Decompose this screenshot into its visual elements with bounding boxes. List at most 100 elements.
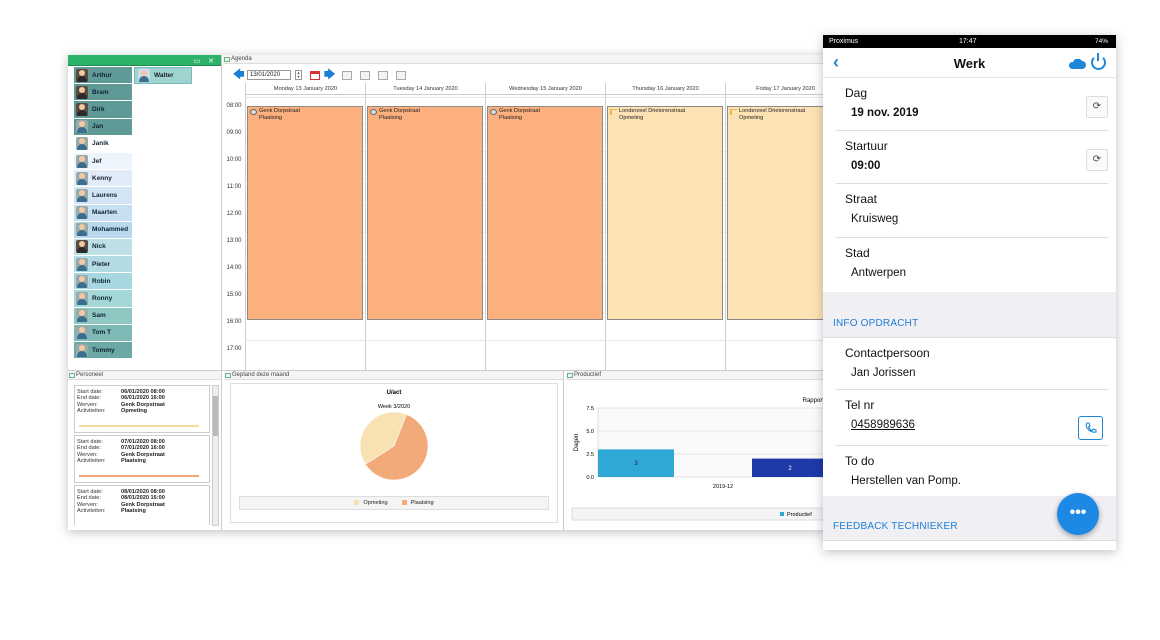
event-type: Plaatsing xyxy=(379,115,403,121)
legend-item[interactable]: Plaatsing xyxy=(401,500,434,506)
event-type-icon xyxy=(730,109,737,115)
staff-name: Bram xyxy=(92,88,109,96)
todo-value[interactable]: Herstellen van Pomp. xyxy=(836,468,1108,495)
event-type: Plaatsing xyxy=(259,115,283,121)
stad-value[interactable]: Antwerpen xyxy=(836,260,1108,287)
panel-window-controls-icon[interactable]: ▭ ✕ xyxy=(194,57,217,65)
calendar-icon[interactable] xyxy=(310,70,320,80)
assignment-card[interactable]: Start date: 08/01/2020 08:00 End date: 08/0… xyxy=(74,485,210,525)
week-view-icon[interactable] xyxy=(360,70,370,80)
selected-staff-walter[interactable]: Walter xyxy=(134,67,192,84)
staff-panel: ▭ ✕ Arthur Bram Dirk Jan Janik Jef Kenny Lauren… xyxy=(68,55,222,370)
avatar xyxy=(76,206,88,220)
day-header[interactable]: Wednesday 15 January 2020 xyxy=(485,83,605,95)
gepland-panel-icon xyxy=(225,373,231,378)
agenda-event[interactable]: Genk Dorpstraat Plaatsing xyxy=(367,106,483,320)
cards-scrollbar[interactable] xyxy=(212,385,219,526)
staff-row[interactable]: Nick xyxy=(74,238,132,257)
productief-panel: Productief Rapport 0.0 2.5 5.0 7.5 Dagen 3 2 201… xyxy=(566,371,838,530)
agenda-event[interactable]: Londerzeel Drietorenstraat Opmeting xyxy=(607,106,723,320)
carrier-label: Proximus xyxy=(829,38,859,45)
info-opdracht-section: INFO OPDRACHT xyxy=(823,292,1116,338)
day-header[interactable]: Tuesday 14 January 2020 xyxy=(365,83,485,95)
staff-name: Kenny xyxy=(92,174,112,182)
staff-name: Robin xyxy=(92,277,111,285)
hour-label: 13:00 xyxy=(226,238,242,244)
legend-item[interactable]: Opmeting xyxy=(354,500,388,506)
day-view-icon[interactable] xyxy=(342,70,352,80)
assignment-card[interactable]: Start date: 07/01/2020 08:00 End date: 07/0… xyxy=(74,435,210,483)
event-type-icon xyxy=(610,109,617,115)
staff-name: Ronny xyxy=(92,295,113,303)
call-phone-button[interactable] xyxy=(1078,416,1103,440)
legend-label: Opmeting xyxy=(363,500,388,506)
staff-row[interactable]: Pieter xyxy=(74,256,132,274)
staff-row[interactable]: Maarten xyxy=(74,204,132,222)
todo-field: To do Herstellen van Pomp. xyxy=(836,446,1108,496)
staff-row[interactable]: Ronny xyxy=(74,290,132,308)
staff-name: Janik xyxy=(92,140,109,148)
hour-label: 15:00 xyxy=(226,292,242,298)
staff-row[interactable]: Janik xyxy=(74,135,132,153)
screenshot-stage: ▭ ✕ Arthur Bram Dirk Jan Janik Jef Kenny Lauren… xyxy=(0,0,1160,640)
agenda-event[interactable]: Genk Dorpstraat Plaatsing xyxy=(487,106,603,320)
tel-value[interactable]: 0458989636 xyxy=(836,412,1108,439)
startuur-refresh-icon[interactable]: ⟳ xyxy=(1086,149,1108,171)
staff-name: Dirk xyxy=(92,105,105,113)
staff-row[interactable]: Jef xyxy=(74,152,132,171)
day-header[interactable]: Thursday 16 January 2020 xyxy=(605,83,725,95)
activiteiten-value: Opmeting xyxy=(121,408,148,415)
agenda-event[interactable]: Genk Dorpstraat Plaatsing xyxy=(247,106,363,320)
startuur-field: Startuur 09:00 ⟳ xyxy=(836,131,1108,184)
dag-refresh-icon[interactable]: ⟳ xyxy=(1086,96,1108,118)
staff-row[interactable]: Robin xyxy=(74,273,132,291)
y-tick-label: 0.0 xyxy=(586,475,594,481)
staff-row[interactable]: Arthur xyxy=(74,67,132,85)
next-week-arrow-icon[interactable]: 🡆 xyxy=(324,66,335,85)
staff-row[interactable]: Kenny xyxy=(74,170,132,188)
scrollbar-thumb[interactable] xyxy=(213,396,218,436)
previous-week-arrow-icon[interactable]: 🡄 xyxy=(233,66,244,85)
pie-legend: Opmeting Plaatsing xyxy=(239,496,549,510)
staff-row[interactable]: Tommy xyxy=(74,342,132,360)
event-street: Genk Dorpstraat xyxy=(379,108,421,114)
startuur-value[interactable]: 09:00 xyxy=(836,153,1108,180)
dag-value[interactable]: 19 nov. 2019 xyxy=(836,100,1108,127)
bar-chart-title: Rapport xyxy=(803,398,825,404)
activiteiten-value: Plaatsing xyxy=(121,508,146,515)
staff-row[interactable]: Sam xyxy=(74,307,132,325)
power-icon[interactable] xyxy=(1091,53,1106,70)
contact-value[interactable]: Jan Jorissen xyxy=(836,360,1108,387)
assignment-cards: Start date: 06/01/2020 08:00 End date: 06/0… xyxy=(74,385,210,525)
more-options-button[interactable]: ••• xyxy=(1057,493,1099,535)
day-header[interactable]: Friday 17 January 2020 xyxy=(725,83,838,95)
phone-icon xyxy=(1085,422,1097,433)
list-view-icon[interactable] xyxy=(396,70,406,80)
straat-value[interactable]: Kruisweg xyxy=(836,206,1108,233)
staff-name: Nick xyxy=(92,243,106,251)
month-view-icon[interactable] xyxy=(378,70,388,80)
legend-swatch xyxy=(780,512,784,516)
agenda-panel: Agenda 🡄 13/01/2020 ▲ ▼ 🡆 Monday 13 Janua… xyxy=(223,55,838,370)
assignment-card[interactable]: Start date: 06/01/2020 08:00 End date: 06/0… xyxy=(74,385,210,433)
cloud-icon[interactable] xyxy=(1068,59,1086,69)
agenda-grid: Monday 13 January 2020 Tuesday 14 January… xyxy=(223,83,838,370)
staff-row[interactable]: Laurens xyxy=(74,187,132,205)
agenda-event[interactable]: Londerzeel Drietorenstraat Opmeting xyxy=(727,106,838,320)
staff-row[interactable]: Bram xyxy=(74,84,132,102)
day-header[interactable]: Monday 13 January 2020 xyxy=(245,83,365,95)
legend-swatch xyxy=(354,500,360,506)
dag-field: Dag 19 nov. 2019 ⟳ xyxy=(836,78,1108,131)
hour-label: 09:00 xyxy=(226,130,242,136)
avatar xyxy=(76,68,88,82)
date-spinner[interactable]: ▲ ▼ xyxy=(295,70,302,80)
staff-row[interactable]: Dirk xyxy=(74,101,132,119)
staff-row[interactable]: Jan xyxy=(74,118,132,136)
staff-row[interactable]: Mohammed xyxy=(74,221,132,239)
staff-name: Jef xyxy=(92,157,102,165)
agenda-date-input[interactable]: 13/01/2020 xyxy=(247,70,291,80)
avatar xyxy=(76,257,88,271)
status-time: 17:47 xyxy=(959,38,977,45)
staff-row[interactable]: Tom T xyxy=(74,324,132,342)
straat-field: Straat Kruisweg xyxy=(836,184,1108,238)
